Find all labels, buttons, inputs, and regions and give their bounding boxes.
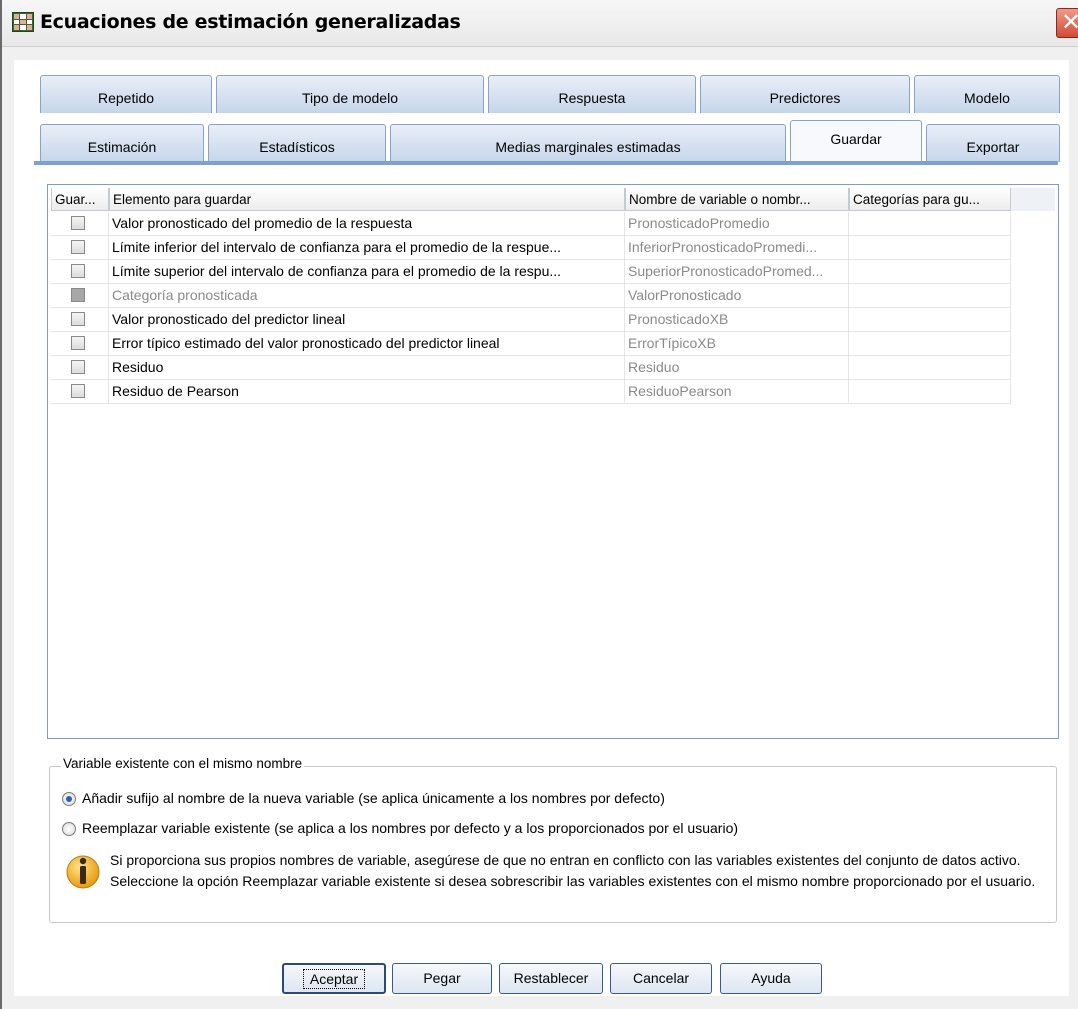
categories-cell[interactable] <box>849 380 1011 404</box>
variable-name-cell[interactable]: PronosticadoXB <box>625 308 849 332</box>
variable-name-cell[interactable]: ErrorTípicoXB <box>625 332 849 356</box>
variable-name-cell[interactable]: ResiduoPearson <box>625 380 849 404</box>
table-row[interactable]: Residuo Residuo <box>51 356 1055 380</box>
radio-replace-label[interactable]: Reemplazar variable existente (se aplica… <box>82 820 738 836</box>
tab-respuesta[interactable]: Respuesta <box>488 75 696 113</box>
col-header-item[interactable]: Elemento para guardar <box>109 188 625 211</box>
categories-cell <box>849 284 1011 308</box>
help-button[interactable]: Ayuda <box>720 963 822 994</box>
radio-selected-icon[interactable] <box>62 792 76 806</box>
item-label: Residuo <box>109 356 625 380</box>
item-label: Error típico estimado del valor pronosti… <box>109 332 625 356</box>
item-label: Límite superior del intervalo de confian… <box>109 260 625 284</box>
save-items-table[interactable]: Guar... Elemento para guardar Nombre de … <box>47 184 1059 739</box>
save-checkbox[interactable] <box>71 336 85 350</box>
ok-button-label: Aceptar <box>302 969 366 989</box>
window-title: Ecuaciones de estimación generalizadas <box>40 11 461 33</box>
tab-modelo[interactable]: Modelo <box>914 75 1060 113</box>
item-label: Valor pronosticado del promedio de la re… <box>109 212 625 236</box>
tab-repetido[interactable]: Repetido <box>40 75 212 113</box>
table-row[interactable]: Valor pronosticado del promedio de la re… <box>51 212 1055 236</box>
item-label: Categoría pronosticada <box>109 284 625 308</box>
tab-estimacion[interactable]: Estimación <box>40 124 204 162</box>
table-row[interactable]: Residuo de Pearson ResiduoPearson <box>51 380 1055 404</box>
variable-name-cell[interactable]: InferiorPronosticadoPromedi... <box>625 236 849 260</box>
tab-tipo-de-modelo[interactable]: Tipo de modelo <box>216 75 484 113</box>
tab-medias-marginales[interactable]: Medias marginales estimadas <box>390 124 786 162</box>
title-bar: Ecuaciones de estimación generalizadas ✕ <box>2 0 1078 47</box>
item-label: Valor pronosticado del predictor lineal <box>109 308 625 332</box>
spss-grid-icon <box>12 12 34 32</box>
save-checkbox[interactable] <box>71 360 85 374</box>
variable-name-cell: ValorPronosticado <box>625 284 849 308</box>
radio-unselected-icon[interactable] <box>62 822 76 836</box>
col-header-variable-name[interactable]: Nombre de variable o nombr... <box>625 188 849 211</box>
save-checkbox-disabled <box>71 288 85 302</box>
tab-exportar[interactable]: Exportar <box>926 124 1060 162</box>
save-checkbox[interactable] <box>71 264 85 278</box>
categories-cell[interactable] <box>849 308 1011 332</box>
tab-estadisticos[interactable]: Estadísticos <box>208 124 386 162</box>
categories-cell[interactable] <box>849 236 1011 260</box>
categories-cell[interactable] <box>849 332 1011 356</box>
variable-name-cell[interactable]: SuperiorPronosticadoPromed... <box>625 260 849 284</box>
paste-button[interactable]: Pegar <box>392 963 492 994</box>
categories-cell[interactable] <box>849 356 1011 380</box>
table-row[interactable]: Límite superior del intervalo de confian… <box>51 260 1055 284</box>
table-row[interactable]: Valor pronosticado del predictor lineal … <box>51 308 1055 332</box>
table-row[interactable]: Error típico estimado del valor pronosti… <box>51 332 1055 356</box>
tab-guardar[interactable]: Guardar <box>790 120 922 162</box>
save-checkbox[interactable] <box>71 312 85 326</box>
categories-cell[interactable] <box>849 260 1011 284</box>
info-icon <box>66 855 100 889</box>
table-row: Categoría pronosticada ValorPronosticado <box>51 284 1055 308</box>
tab-strip-border <box>34 161 1058 165</box>
variable-name-cell[interactable]: Residuo <box>625 356 849 380</box>
close-icon[interactable]: ✕ <box>1056 8 1078 38</box>
item-label: Residuo de Pearson <box>109 380 625 404</box>
col-header-save[interactable]: Guar... <box>51 188 109 211</box>
table-header: Guar... Elemento para guardar Nombre de … <box>51 188 1055 211</box>
cancel-button[interactable]: Cancelar <box>610 963 712 994</box>
variable-name-cell[interactable]: PronosticadoPromedio <box>625 212 849 236</box>
group-legend: Variable existente con el mismo nombre <box>61 756 305 771</box>
item-label: Límite inferior del intervalo de confian… <box>109 236 625 260</box>
info-message: Si proporciona sus propios nombres de va… <box>110 852 1036 889</box>
save-checkbox[interactable] <box>71 384 85 398</box>
col-header-categories[interactable]: Categorías para gu... <box>849 188 1011 211</box>
save-checkbox[interactable] <box>71 240 85 254</box>
ok-button[interactable]: Aceptar <box>282 963 386 994</box>
tab-predictores[interactable]: Predictores <box>700 75 910 113</box>
save-checkbox[interactable] <box>71 216 85 230</box>
radio-add-suffix-label[interactable]: Añadir sufijo al nombre de la nueva vari… <box>82 790 665 806</box>
reset-button[interactable]: Restablecer <box>499 963 603 994</box>
categories-cell[interactable] <box>849 212 1011 236</box>
dialog-window: Ecuaciones de estimación generalizadas ✕… <box>0 0 1078 1009</box>
table-row[interactable]: Límite inferior del intervalo de confian… <box>51 236 1055 260</box>
